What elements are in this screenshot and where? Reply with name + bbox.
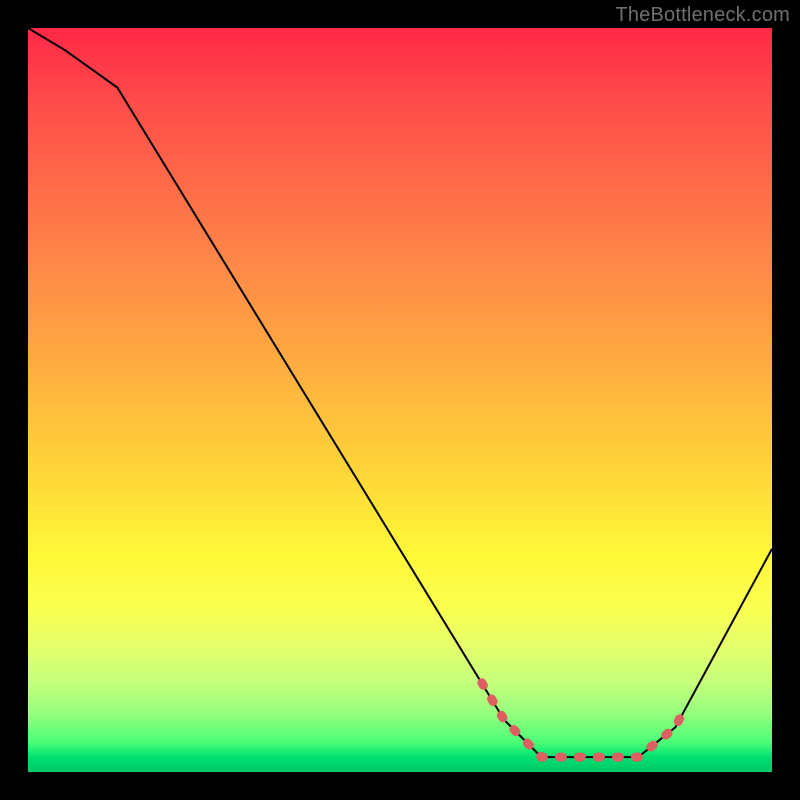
optimal-range-marker [482,683,683,757]
bottleneck-curve [28,28,772,757]
chart-svg [28,28,772,772]
watermark-text: TheBottleneck.com [615,4,790,27]
chart-plot-area [28,28,772,772]
